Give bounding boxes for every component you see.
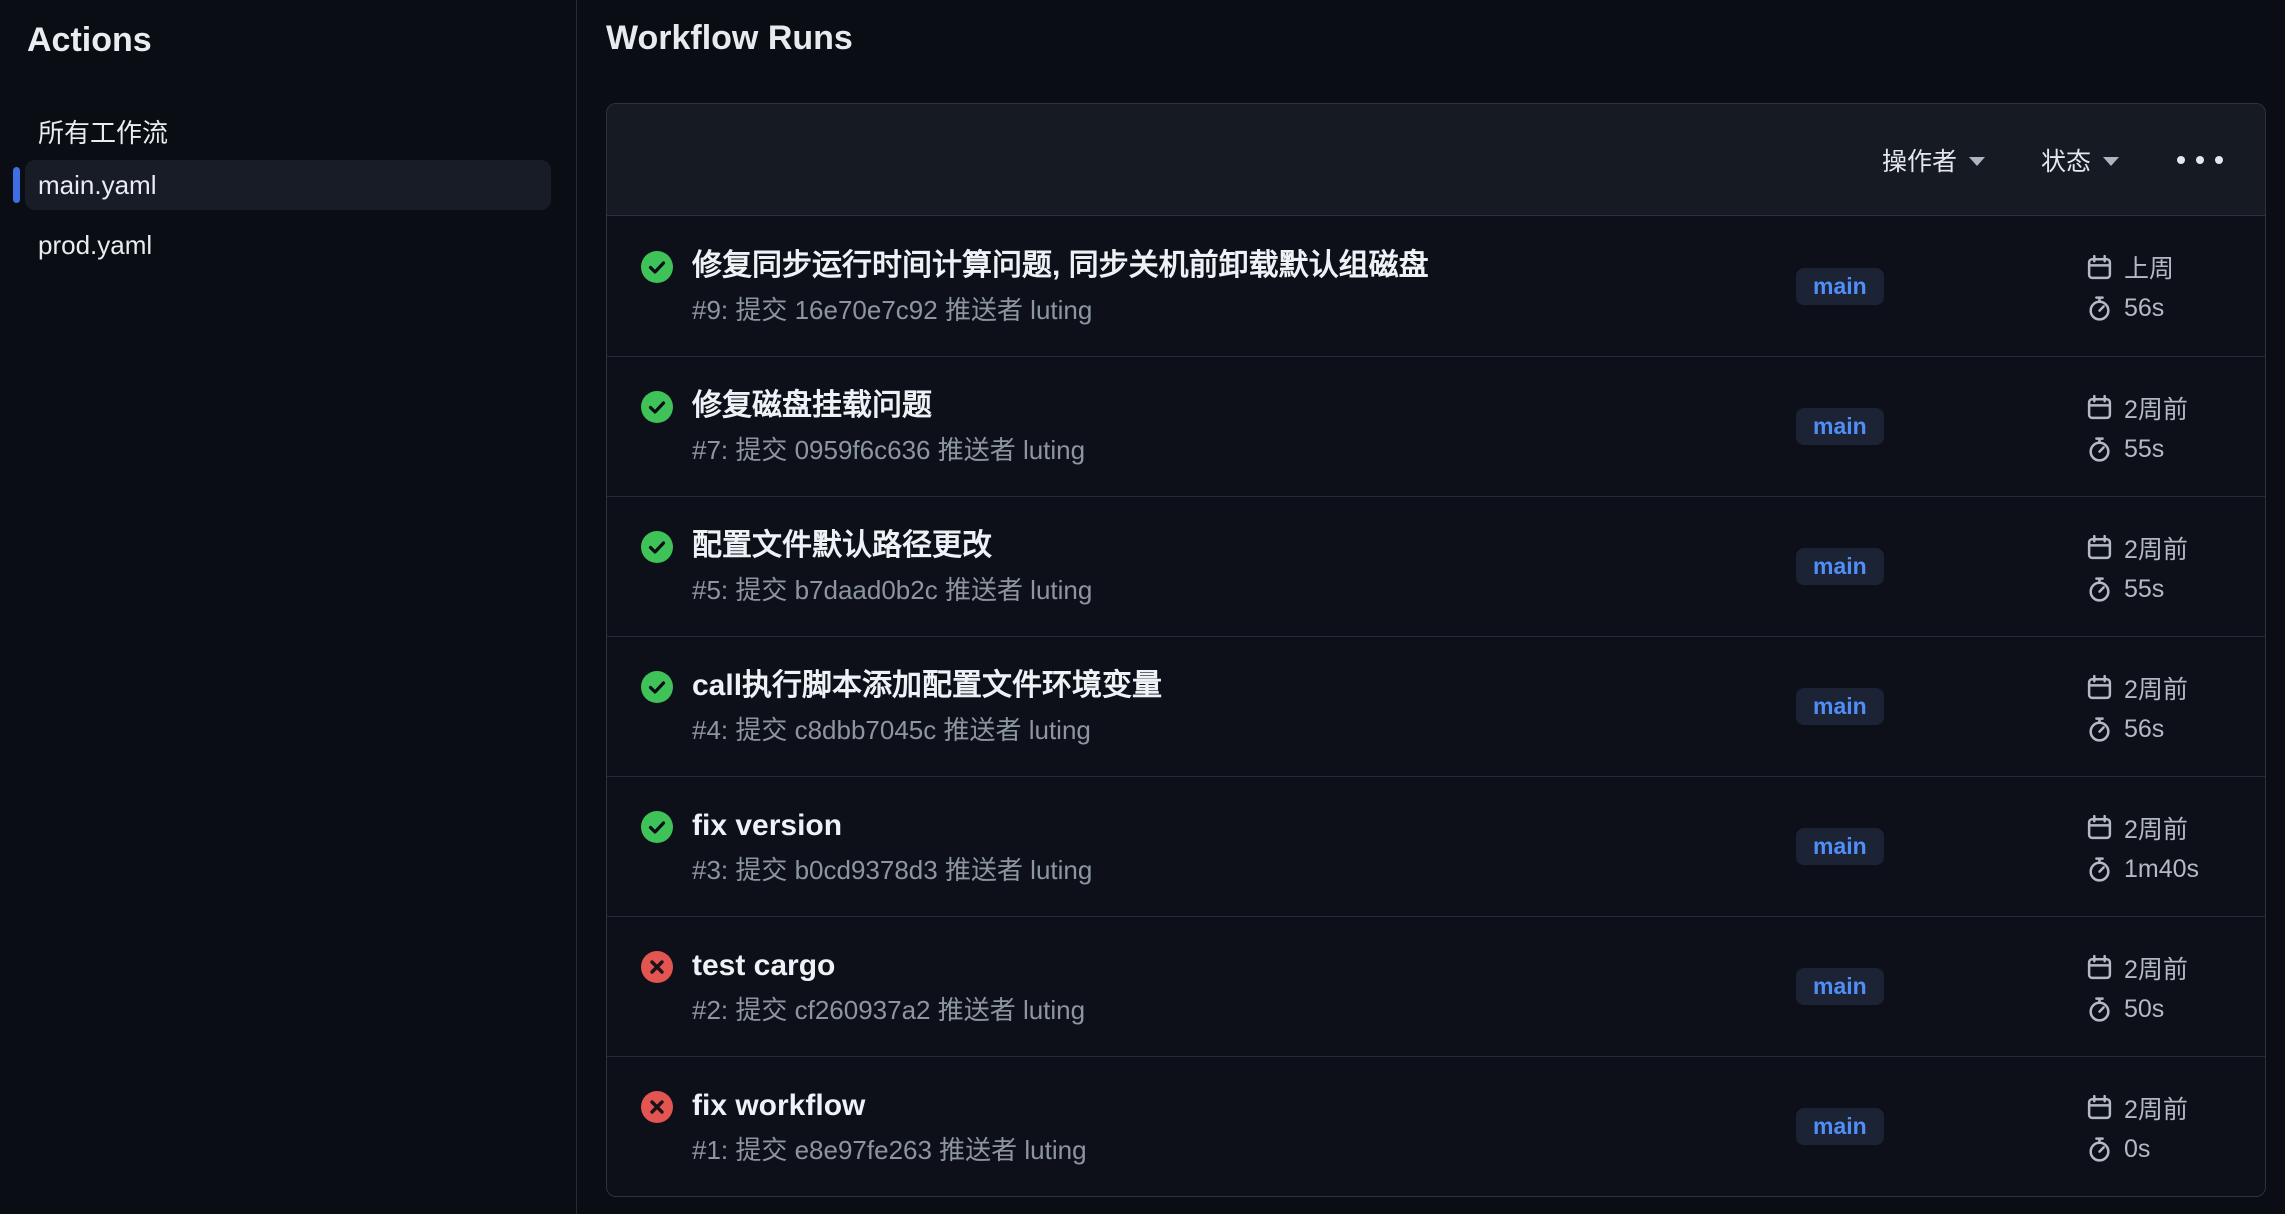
run-commit-info: #2: 提交 cf260937a2 推送者 luting xyxy=(692,995,1085,1025)
chevron-down-icon xyxy=(1969,157,1985,166)
workflow-run-row[interactable]: 配置文件默认路径更改 #5: 提交 b7daad0b2c 推送者 luting … xyxy=(607,496,2265,636)
branch-badge[interactable]: main xyxy=(1796,548,1884,585)
stopwatch-icon xyxy=(2086,996,2113,1023)
runs-card: 操作者 状态 修复同步运行时间计算问题, 同步关机前卸载默认组磁盘 xyxy=(606,103,2266,1197)
run-duration: 55s xyxy=(2124,435,2164,464)
check-circle-icon xyxy=(641,251,673,283)
workflow-run-row[interactable]: call执行脚本添加配置文件环境变量 #4: 提交 c8dbb7045c 推送者… xyxy=(607,636,2265,776)
actor-filter-dropdown[interactable]: 操作者 xyxy=(1882,142,1985,178)
all-workflows-label[interactable]: 所有工作流 xyxy=(0,106,576,156)
stopwatch-icon xyxy=(2086,716,2113,743)
chevron-down-icon xyxy=(2103,157,2119,166)
workflow-run-row[interactable]: fix version #3: 提交 b0cd9378d3 推送者 luting… xyxy=(607,776,2265,916)
check-circle-icon xyxy=(641,391,673,423)
branch-badge[interactable]: main xyxy=(1796,268,1884,305)
stopwatch-icon xyxy=(2086,1136,2113,1163)
run-duration: 0s xyxy=(2124,1135,2150,1164)
calendar-icon xyxy=(2086,254,2113,281)
run-summary: call执行脚本添加配置文件环境变量 #4: 提交 c8dbb7045c 推送者… xyxy=(641,668,1796,745)
stopwatch-icon xyxy=(2086,295,2113,322)
page-title: Workflow Runs xyxy=(606,14,2266,62)
run-summary: 配置文件默认路径更改 #5: 提交 b7daad0b2c 推送者 luting xyxy=(641,528,1796,605)
run-duration: 50s xyxy=(2124,995,2164,1024)
calendar-icon xyxy=(2086,954,2113,981)
run-commit-info: #9: 提交 16e70e7c92 推送者 luting xyxy=(692,295,1429,325)
check-circle-icon xyxy=(641,531,673,563)
sidebar-item-prod-yaml[interactable]: prod.yaml xyxy=(25,220,551,270)
run-duration: 1m40s xyxy=(2124,855,2199,884)
status-filter-label: 状态 xyxy=(2041,142,2091,178)
workflow-run-row[interactable]: 修复同步运行时间计算问题, 同步关机前卸载默认组磁盘 #9: 提交 16e70e… xyxy=(607,216,2265,356)
more-options-button[interactable] xyxy=(2175,146,2225,174)
run-commit-info: #3: 提交 b0cd9378d3 推送者 luting xyxy=(692,855,1092,885)
workflow-file-label: main.yaml xyxy=(38,170,156,201)
run-date: 2周前 xyxy=(2124,810,2188,846)
actions-sidebar: Actions 所有工作流 main.yaml prod.yaml xyxy=(0,0,577,1214)
ellipsis-icon xyxy=(2177,156,2223,164)
run-commit-info: #7: 提交 0959f6c636 推送者 luting xyxy=(692,435,1085,465)
run-title-link[interactable]: 修复同步运行时间计算问题, 同步关机前卸载默认组磁盘 xyxy=(692,248,1429,284)
calendar-icon xyxy=(2086,674,2113,701)
run-title-link[interactable]: fix version xyxy=(692,808,1092,844)
x-circle-icon xyxy=(641,951,673,983)
status-filter-dropdown[interactable]: 状态 xyxy=(2041,142,2119,178)
runs-toolbar: 操作者 状态 xyxy=(607,104,2265,216)
run-summary: fix workflow #1: 提交 e8e97fe263 推送者 lutin… xyxy=(641,1088,1796,1165)
stopwatch-icon xyxy=(2086,436,2113,463)
run-commit-info: #1: 提交 e8e97fe263 推送者 luting xyxy=(692,1135,1087,1165)
sidebar-item-main-yaml[interactable]: main.yaml xyxy=(25,160,551,210)
workflow-file-label: prod.yaml xyxy=(38,230,152,261)
branch-badge[interactable]: main xyxy=(1796,1108,1884,1145)
check-circle-icon xyxy=(641,811,673,843)
calendar-icon xyxy=(2086,394,2113,421)
run-title-link[interactable]: 修复磁盘挂载问题 xyxy=(692,388,1085,424)
run-commit-info: #4: 提交 c8dbb7045c 推送者 luting xyxy=(692,715,1162,745)
run-title-link[interactable]: fix workflow xyxy=(692,1088,1087,1124)
x-circle-icon xyxy=(641,1091,673,1123)
run-commit-info: #5: 提交 b7daad0b2c 推送者 luting xyxy=(692,575,1092,605)
branch-badge[interactable]: main xyxy=(1796,408,1884,445)
workflow-nav: 所有工作流 main.yaml prod.yaml xyxy=(0,106,576,270)
run-title-link[interactable]: call执行脚本添加配置文件环境变量 xyxy=(692,668,1162,704)
workflow-run-row[interactable]: fix workflow #1: 提交 e8e97fe263 推送者 lutin… xyxy=(607,1056,2265,1196)
calendar-icon xyxy=(2086,1094,2113,1121)
calendar-icon xyxy=(2086,814,2113,841)
run-summary: test cargo #2: 提交 cf260937a2 推送者 luting xyxy=(641,948,1796,1025)
branch-badge[interactable]: main xyxy=(1796,688,1884,725)
run-summary: 修复同步运行时间计算问题, 同步关机前卸载默认组磁盘 #9: 提交 16e70e… xyxy=(641,248,1796,325)
branch-badge[interactable]: main xyxy=(1796,828,1884,865)
run-list: 修复同步运行时间计算问题, 同步关机前卸载默认组磁盘 #9: 提交 16e70e… xyxy=(607,216,2265,1196)
workflow-run-row[interactable]: 修复磁盘挂载问题 #7: 提交 0959f6c636 推送者 luting ma… xyxy=(607,356,2265,496)
stopwatch-icon xyxy=(2086,856,2113,883)
run-summary: fix version #3: 提交 b0cd9378d3 推送者 luting xyxy=(641,808,1796,885)
stopwatch-icon xyxy=(2086,576,2113,603)
run-date: 2周前 xyxy=(2124,530,2188,566)
run-duration: 56s xyxy=(2124,294,2164,323)
run-date: 上周 xyxy=(2124,249,2174,285)
actor-filter-label: 操作者 xyxy=(1882,142,1957,178)
run-summary: 修复磁盘挂载问题 #7: 提交 0959f6c636 推送者 luting xyxy=(641,388,1796,465)
run-date: 2周前 xyxy=(2124,670,2188,706)
run-date: 2周前 xyxy=(2124,1090,2188,1126)
run-duration: 56s xyxy=(2124,715,2164,744)
run-title-link[interactable]: test cargo xyxy=(692,948,1085,984)
workflow-run-row[interactable]: test cargo #2: 提交 cf260937a2 推送者 luting … xyxy=(607,916,2265,1056)
calendar-icon xyxy=(2086,534,2113,561)
run-title-link[interactable]: 配置文件默认路径更改 xyxy=(692,528,1092,564)
branch-badge[interactable]: main xyxy=(1796,968,1884,1005)
workflow-runs-panel: Workflow Runs 操作者 状态 xyxy=(577,0,2285,1214)
run-date: 2周前 xyxy=(2124,390,2188,426)
run-date: 2周前 xyxy=(2124,950,2188,986)
run-duration: 55s xyxy=(2124,575,2164,604)
sidebar-title: Actions xyxy=(27,18,576,62)
check-circle-icon xyxy=(641,671,673,703)
